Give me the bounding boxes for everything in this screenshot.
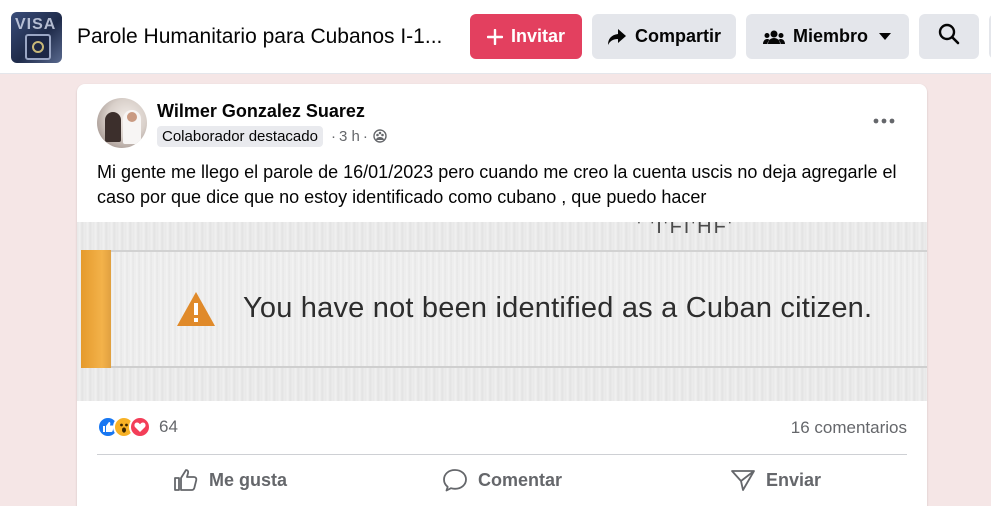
share-button[interactable]: Compartir: [592, 14, 736, 59]
post-author[interactable]: Wilmer Gonzalez Suarez: [157, 101, 365, 122]
avatar[interactable]: [97, 98, 147, 148]
post-more-button[interactable]: [869, 106, 899, 136]
avatar-person-1: [105, 112, 121, 142]
reaction-count: 64: [159, 417, 178, 436]
invite-button[interactable]: Invitar: [470, 14, 582, 59]
comments-count[interactable]: 16 comentarios: [791, 418, 907, 438]
image-alert-message: You have not been identified as a Cuban …: [243, 292, 873, 324]
share-button-label: Compartir: [634, 26, 721, 46]
group-title[interactable]: Parole Humanitario para Cubanos I-1...: [77, 25, 457, 49]
search-icon: [938, 23, 960, 50]
member-button[interactable]: Miembro: [746, 14, 909, 59]
members-icon: [762, 29, 785, 45]
search-button[interactable]: [919, 14, 979, 59]
passport-seal: [32, 41, 44, 53]
separator-dot: ·: [330, 127, 336, 145]
share-arrow-icon: [607, 28, 627, 46]
avatar-face: [127, 112, 137, 122]
post-text: Mi gente me llego el parole de 16/01/202…: [97, 162, 897, 207]
send-button[interactable]: Enviar: [730, 464, 821, 496]
contributor-badge[interactable]: Colaborador destacado: [157, 125, 323, 147]
invite-button-label: Invitar: [510, 26, 566, 46]
post-card: Wilmer Gonzalez Suarez Colaborador desta…: [77, 84, 927, 506]
post-meta: Colaborador destacado · 3 h ·: [157, 125, 387, 147]
group-header: VISA Parole Humanitario para Cubanos I-1…: [0, 0, 991, 74]
like-button-label: Me gusta: [209, 469, 288, 490]
actions-divider: [97, 454, 907, 455]
comment-bubble-icon: [442, 468, 468, 492]
group-cover-thumbnail[interactable]: VISA: [11, 12, 62, 63]
send-button-label: Enviar: [766, 469, 822, 490]
love-icon: [129, 416, 151, 438]
like-button[interactable]: Me gusta: [173, 464, 287, 496]
thumbs-up-icon: [173, 468, 199, 492]
ellipsis-icon: [873, 118, 895, 124]
member-button-label: Miembro: [792, 26, 868, 46]
image-top-fragment: ' 'I'FI'HF': [637, 222, 734, 238]
send-icon: [730, 468, 756, 492]
reactions-summary[interactable]: 64: [97, 414, 178, 440]
caret-down-icon: [878, 32, 892, 41]
warning-icon: [177, 292, 215, 326]
comment-button[interactable]: Comentar: [442, 464, 562, 496]
group-audience-icon: [373, 129, 387, 143]
post-time[interactable]: 3 h: [339, 128, 360, 145]
plus-icon: [486, 28, 503, 45]
post-image[interactable]: ' 'I'FI'HF' You have not been identified…: [77, 222, 927, 401]
separator-dot: ·: [362, 127, 368, 145]
image-alert-stripe: [81, 250, 111, 368]
thumb-visa-text: VISA: [15, 16, 57, 33]
comment-button-label: Comentar: [478, 469, 563, 490]
